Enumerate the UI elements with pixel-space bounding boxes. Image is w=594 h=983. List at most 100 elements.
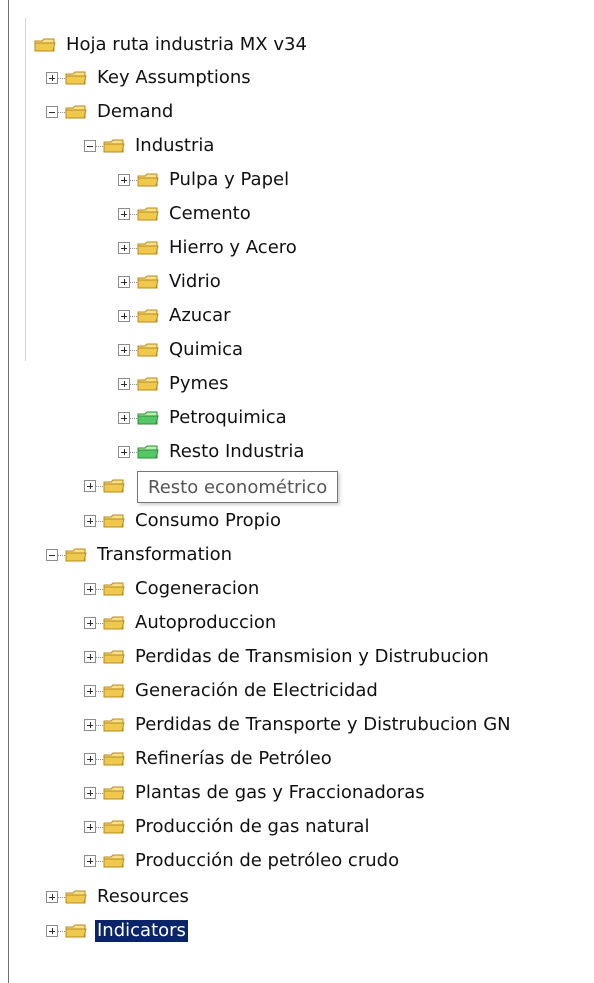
plus-box-icon[interactable] (118, 208, 130, 220)
minus-box-icon[interactable] (46, 106, 58, 118)
plus-box-icon[interactable] (118, 310, 130, 322)
tree-node-cogeneracion[interactable]: Cogeneracion (84, 572, 261, 606)
minus-box-icon[interactable] (46, 549, 58, 561)
plus-box-icon[interactable] (84, 821, 96, 833)
tree-connector (96, 485, 103, 487)
folder-icon (103, 853, 125, 869)
plus-box-icon[interactable] (84, 617, 96, 629)
tree-connector (130, 281, 137, 283)
plus-box-icon[interactable] (118, 412, 130, 424)
folder-icon (65, 547, 87, 563)
tree-node-autoproduccion[interactable]: Autoproduccion (84, 606, 278, 640)
minus-box-icon[interactable] (84, 140, 96, 152)
tree-label-autoproduccion: Autoproduccion (135, 612, 277, 633)
tree-node-produccion-petroleo[interactable]: Producción de petróleo crudo (84, 844, 401, 878)
plus-box-icon[interactable] (118, 276, 130, 288)
tree-node-vidrio[interactable]: Vidrio (118, 265, 223, 299)
tree-node-perdidas-transporte[interactable]: Perdidas de Transporte y Distrubucion GN (84, 708, 513, 742)
folder-icon (103, 751, 125, 767)
tree-label-cemento: Cemento (169, 203, 251, 224)
folder-icon (103, 717, 125, 733)
tree-label-vidrio: Vidrio (169, 271, 221, 292)
tree-label-generacion-electricidad: Generación de Electricidad (135, 680, 378, 701)
tree-label-resto-industria: Resto Industria (169, 441, 305, 462)
plus-box-icon[interactable] (84, 719, 96, 731)
folder-icon (137, 240, 159, 256)
folder-icon (103, 138, 125, 154)
tooltip-text: Resto econométrico (148, 476, 328, 498)
tree-node-demand[interactable]: Demand (46, 95, 175, 129)
plus-box-icon[interactable] (84, 480, 96, 492)
tree-node-plantas-gas[interactable]: Plantas de gas y Fraccionadoras (84, 776, 427, 810)
folder-icon (65, 70, 87, 86)
tree-label-resources: Resources (97, 886, 189, 907)
plus-box-icon[interactable] (84, 855, 96, 867)
tree-node-indicators[interactable]: Indicators (46, 914, 188, 948)
green-folder-icon (137, 444, 159, 460)
folder-icon (137, 308, 159, 324)
tree-node-hierro-y-acero[interactable]: Hierro y Acero (118, 231, 299, 265)
folder-icon (65, 104, 87, 120)
plus-box-icon[interactable] (118, 446, 130, 458)
plus-box-icon[interactable] (46, 891, 58, 903)
tree-node-hidden-behind-tooltip[interactable] (84, 469, 133, 503)
tree-node-pymes[interactable]: Pymes (118, 367, 231, 401)
tooltip: Resto econométrico (137, 471, 339, 503)
tree-label-cogeneracion: Cogeneracion (135, 578, 260, 599)
tree-node-cemento[interactable]: Cemento (118, 197, 253, 231)
tree-node-key-assumptions[interactable]: Key Assumptions (46, 61, 253, 95)
tree-node-refinerias[interactable]: Refinerías de Petróleo (84, 742, 334, 776)
plus-box-icon[interactable] (84, 685, 96, 697)
plus-box-icon[interactable] (118, 174, 130, 186)
tree-label-transformation: Transformation (97, 544, 233, 565)
tree-connector (58, 896, 65, 898)
plus-box-icon[interactable] (84, 583, 96, 595)
tree-connector (96, 792, 103, 794)
plus-box-icon[interactable] (118, 242, 130, 254)
folder-icon (103, 513, 125, 529)
plus-box-icon[interactable] (46, 925, 58, 937)
tree-connector (96, 520, 103, 522)
tree-node-transformation[interactable]: Transformation (46, 538, 234, 572)
tree-connector (96, 622, 103, 624)
tree-label-hierro-y-acero: Hierro y Acero (169, 237, 297, 258)
tree-label-industria: Industria (135, 135, 215, 156)
tree-node-quimica[interactable]: Quimica (118, 333, 245, 367)
tree-node-produccion-gas[interactable]: Producción de gas natural (84, 810, 371, 844)
tree-connector (96, 758, 103, 760)
tree-node-petroquimica[interactable]: Petroquimica (118, 401, 289, 435)
plus-box-icon[interactable] (46, 72, 58, 84)
tree-connector (130, 179, 137, 181)
plus-box-icon[interactable] (84, 753, 96, 765)
folder-icon (103, 615, 125, 631)
tree-node-resto-industria[interactable]: Resto Industria (118, 435, 306, 469)
tree-connector (96, 724, 103, 726)
folder-icon (103, 683, 125, 699)
tree-node-pulpa-y-papel[interactable]: Pulpa y Papel (118, 163, 291, 197)
tree-node-generacion-electricidad[interactable]: Generación de Electricidad (84, 674, 380, 708)
plus-box-icon[interactable] (118, 344, 130, 356)
tree-connector (130, 247, 137, 249)
tree-label-root: Hoja ruta industria MX v34 (66, 34, 307, 55)
tree-connector (130, 349, 137, 351)
plus-box-icon[interactable] (118, 378, 130, 390)
tree-connector (96, 145, 103, 147)
plus-box-icon[interactable] (84, 515, 96, 527)
tree-node-perdidas-transmision[interactable]: Perdidas de Transmision y Distrubucion (84, 640, 491, 674)
plus-box-icon[interactable] (84, 651, 96, 663)
tree-node-consumo-propio[interactable]: Consumo Propio (84, 504, 283, 538)
folder-icon (103, 819, 125, 835)
plus-box-icon[interactable] (84, 787, 96, 799)
tree-node-industria[interactable]: Industria (84, 129, 216, 163)
tree-node-azucar[interactable]: Azucar (118, 299, 233, 333)
tree-label-demand: Demand (97, 101, 174, 122)
tree-node-root[interactable]: Hoja ruta industria MX v34 (34, 28, 309, 62)
folder-icon (103, 581, 125, 597)
folder-icon (65, 923, 87, 939)
tree-label-azucar: Azucar (169, 305, 231, 326)
tree-node-resources[interactable]: Resources (46, 880, 191, 914)
tree-connector (58, 930, 65, 932)
tree-connector (96, 860, 103, 862)
tree-connector (96, 588, 103, 590)
folder-icon (137, 274, 159, 290)
